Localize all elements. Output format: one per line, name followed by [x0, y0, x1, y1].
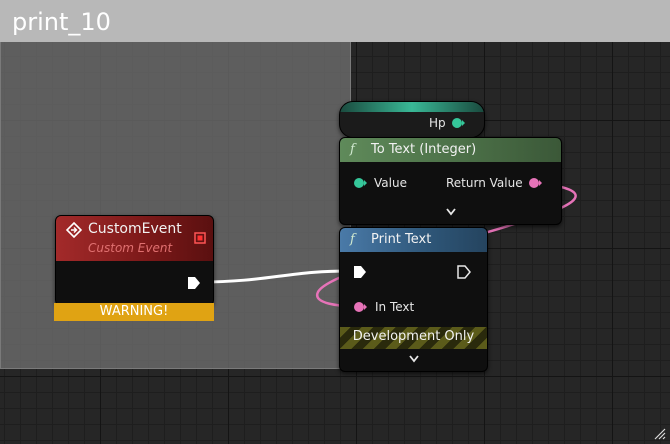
- hp-output-pin-icon[interactable]: [451, 117, 467, 129]
- warning-label: WARNING!: [99, 304, 169, 319]
- development-only-label: Development Only: [352, 329, 475, 344]
- exec-output-pin-icon[interactable]: [457, 265, 471, 279]
- print-text-title: Print Text: [371, 232, 432, 247]
- value-input-pin-icon[interactable]: [353, 177, 367, 189]
- function-icon: f: [350, 142, 355, 157]
- event-icon: [66, 222, 82, 238]
- value-input-label: Value: [374, 176, 407, 190]
- function-icon: f: [350, 232, 355, 247]
- custom-event-title: CustomEvent: [88, 221, 182, 237]
- variable-node-glow: [340, 102, 484, 112]
- hp-output-label: Hp: [429, 116, 446, 130]
- in-text-label: In Text: [375, 300, 415, 314]
- custom-event-header: CustomEvent Custom Event: [56, 216, 213, 261]
- hp-variable-node[interactable]: Hp: [339, 101, 485, 138]
- to-text-title: To Text (Integer): [371, 142, 477, 157]
- comment-title: print_10: [12, 8, 111, 36]
- custom-event-subtitle: Custom Event: [88, 241, 173, 255]
- exec-input-pin-icon[interactable]: [353, 265, 367, 279]
- print-text-node[interactable]: f Print Text In Text Development Only: [339, 227, 488, 372]
- expand-chevron-icon[interactable]: [446, 208, 456, 216]
- event-exec-output-pin-icon[interactable]: [187, 276, 201, 290]
- expand-chevron-icon[interactable]: [409, 355, 419, 363]
- comment-title-bar[interactable]: print_10: [0, 0, 670, 42]
- return-value-pin-icon[interactable]: [528, 177, 544, 189]
- custom-event-node[interactable]: CustomEvent Custom Event: [55, 215, 214, 306]
- resize-handle-icon[interactable]: [652, 426, 666, 440]
- delegate-pin-icon[interactable]: [194, 232, 206, 244]
- in-text-pin-icon[interactable]: [353, 301, 369, 313]
- to-text-integer-node[interactable]: f To Text (Integer) Value Return Value: [339, 137, 562, 225]
- warning-banner: WARNING!: [54, 303, 214, 321]
- to-text-header: f To Text (Integer): [340, 138, 561, 162]
- return-value-label: Return Value: [446, 176, 523, 190]
- print-text-header: f Print Text: [340, 228, 487, 252]
